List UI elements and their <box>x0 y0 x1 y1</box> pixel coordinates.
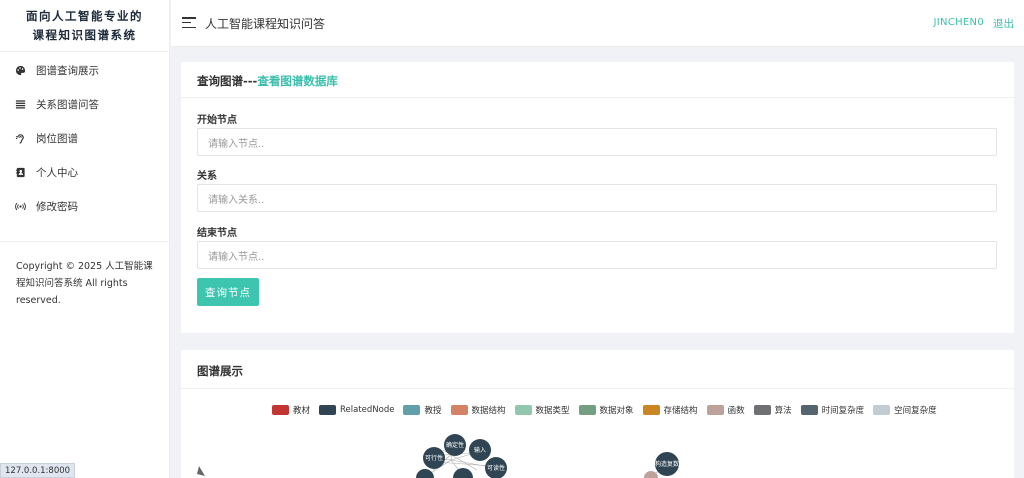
graph-card-title: 图谱展示 <box>181 350 1014 389</box>
sidebar-item-label: 关系图谱问答 <box>36 98 99 111</box>
legend-label: 数据类型 <box>535 406 570 416</box>
legend-swatch <box>403 405 421 415</box>
contact-book-icon <box>14 166 26 178</box>
query-node-button[interactable]: 查询节点 <box>197 278 259 306</box>
sidebar-item-profile[interactable]: 个人中心 <box>0 155 169 189</box>
legend-item[interactable]: 算法 <box>753 404 792 416</box>
brand-line-2: 课程知识图谱系统 <box>32 28 137 42</box>
graph-node <box>453 468 473 478</box>
graph-legend: 教材 RelatedNode 教授 数据结构 数据类型 数据对象 存储结构 函数 算法 时间复杂度… <box>272 404 946 416</box>
graph-node <box>416 469 434 478</box>
legend-item[interactable]: 教材 <box>272 404 310 416</box>
logout-link[interactable]: 退出 <box>993 16 1014 31</box>
legend-swatch <box>753 405 771 415</box>
status-url-tooltip: 127.0.0.1:8000 <box>0 463 76 478</box>
legend-swatch <box>873 405 891 415</box>
legend-item[interactable]: 数据结构 <box>450 404 506 416</box>
broadcast-icon <box>14 200 26 212</box>
ear-icon <box>14 132 26 144</box>
query-card-header: 查询图谱---查看图谱数据库 <box>181 62 1014 98</box>
start-node-label: 开始节点 <box>197 115 237 126</box>
start-node-placeholder: 请输入节点.. <box>208 138 265 150</box>
end-node-placeholder: 请输入节点.. <box>208 251 265 263</box>
legend-swatch <box>319 405 337 415</box>
legend-label: 空间复杂度 <box>894 406 937 416</box>
legend-swatch <box>642 405 660 415</box>
legend-label: 教授 <box>424 406 442 416</box>
legend-label: 教材 <box>293 406 311 416</box>
legend-swatch <box>800 405 818 415</box>
legend-label: 函数 <box>727 406 745 416</box>
sidebar-divider <box>0 241 170 242</box>
graph-node-label: 输入 <box>474 446 486 454</box>
legend-label: 数据对象 <box>599 406 634 416</box>
top-header: 人工智能课程知识问答 JINCHEN0 退出 <box>171 0 1024 47</box>
graph-node <box>644 471 658 478</box>
username-link[interactable]: JINCHEN0 <box>934 17 984 28</box>
sidebar-item-label: 修改密码 <box>36 200 78 213</box>
legend-item[interactable]: 教授 <box>403 404 442 416</box>
brand-logo: 面向人工智能专业的 课程知识图谱系统 <box>0 0 169 52</box>
end-node-input[interactable]: 请输入节点.. <box>197 241 997 269</box>
copyright-text: Copyright © 2025 人工智能课程知识问答系统 All rights… <box>16 261 153 306</box>
palette-icon <box>14 64 26 76</box>
menu-toggle-icon[interactable] <box>182 17 196 29</box>
sidebar-item-job-graph[interactable]: 岗位图谱 <box>0 121 169 155</box>
legend-label: 时间复杂度 <box>821 406 865 416</box>
sidebar-item-relation-qa[interactable]: 关系图谱问答 <box>0 87 169 121</box>
legend-swatch <box>450 405 468 415</box>
legend-item[interactable]: 数据类型 <box>514 404 570 416</box>
brand-line-1: 面向人工智能专业的 <box>26 9 143 23</box>
start-node-input[interactable]: 请输入节点.. <box>197 128 997 156</box>
legend-item[interactable]: RelatedNode <box>319 405 394 415</box>
relation-label: 关系 <box>197 171 217 182</box>
list-icon <box>14 98 26 110</box>
knowledge-graph-canvas[interactable]: 可行性 确定性 输入 可读性 构造复数 <box>181 430 1014 478</box>
legend-label: 算法 <box>774 406 792 416</box>
query-card: 查询图谱---查看图谱数据库 开始节点 请输入节点.. 关系 请输入关系.. 结… <box>181 62 1014 333</box>
page-title: 人工智能课程知识问答 <box>205 17 326 31</box>
query-card-title: 查询图谱--- <box>197 74 258 88</box>
sidebar: 面向人工智能专业的 课程知识图谱系统 图谱查询展示 关系图谱问答 岗位图谱 个人… <box>0 0 170 478</box>
view-graph-database-link[interactable]: 查看图谱数据库 <box>257 74 338 88</box>
sidebar-item-label: 图谱查询展示 <box>36 64 99 77</box>
graph-edge-arrow <box>197 466 205 476</box>
graph-node-label: 构造复数 <box>655 460 679 468</box>
sidebar-item-change-password[interactable]: 修改密码 <box>0 189 169 223</box>
legend-swatch <box>578 405 596 415</box>
sidebar-nav: 图谱查询展示 关系图谱问答 岗位图谱 个人中心 修改密码 <box>0 52 169 223</box>
sidebar-item-label: 岗位图谱 <box>36 132 78 145</box>
legend-swatch <box>706 405 724 415</box>
legend-swatch <box>514 405 532 415</box>
legend-item[interactable]: 时间复杂度 <box>800 404 865 416</box>
graph-node-label: 可读性 <box>487 464 505 472</box>
graph-node-label: 可行性 <box>425 454 443 462</box>
sidebar-item-graph-query[interactable]: 图谱查询展示 <box>0 53 169 87</box>
legend-swatch <box>272 405 289 415</box>
legend-item[interactable]: 空间复杂度 <box>873 404 937 416</box>
legend-item[interactable]: 函数 <box>706 404 745 416</box>
graph-card: 图谱展示 教材 RelatedNode 教授 数据结构 数据类型 数据对象 存储结构 函数 算法… <box>181 350 1014 478</box>
graph-node-label: 确定性 <box>446 441 464 449</box>
legend-label: RelatedNode <box>340 405 395 415</box>
legend-label: 存储结构 <box>663 406 698 416</box>
legend-item[interactable]: 数据对象 <box>578 404 634 416</box>
relation-placeholder: 请输入关系.. <box>208 194 265 206</box>
legend-item[interactable]: 存储结构 <box>642 404 698 416</box>
relation-input[interactable]: 请输入关系.. <box>197 184 997 212</box>
end-node-label: 结束节点 <box>197 228 237 239</box>
sidebar-item-label: 个人中心 <box>36 166 78 179</box>
legend-label: 数据结构 <box>471 406 506 416</box>
